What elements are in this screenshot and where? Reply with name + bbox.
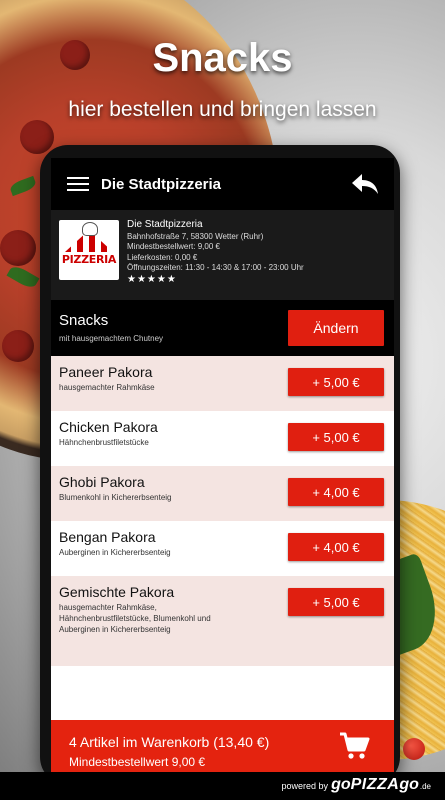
app-screen: Die Stadtpizzeria PIZZERIA Die Stadtpizz…	[51, 158, 394, 773]
app-bar: Die Stadtpizzeria	[51, 158, 394, 210]
powered-by-label: powered by	[281, 781, 329, 791]
restaurant-logo: PIZZERIA	[59, 220, 119, 280]
salami-slice	[20, 120, 54, 154]
restaurant-min-order: Mindestbestellwert: 9,00 €	[127, 242, 220, 251]
page-subheadline: hier bestellen und bringen lassen	[68, 98, 377, 121]
gopizzago-logo: goPIZZAgo	[331, 776, 419, 793]
category-subtitle: mit hausgemachtem Chutney	[59, 334, 164, 343]
page-headline: Snacks	[152, 36, 293, 80]
cart-summary: 4 Artikel im Warenkorb (13,40 €)	[69, 734, 270, 750]
restaurant-hours: Öffnungszeiten: 11:30 - 14:30 & 17:00 - …	[127, 263, 304, 272]
item-description: hausgemachter Rahmkäse	[59, 383, 155, 392]
add-item-button[interactable]: + 5,00 €	[288, 588, 384, 616]
item-name: Paneer Pakora	[59, 364, 153, 380]
item-name: Chicken Pakora	[59, 419, 158, 435]
item-description: Blumenkohl in Kichererbsenteig	[59, 493, 172, 502]
item-description: Hähnchenbrustfiletstücke	[59, 438, 149, 447]
app-title: Die Stadtpizzeria	[101, 175, 222, 193]
list-item: Bengan Pakora Auberginen in Kichererbsen…	[51, 521, 394, 576]
shopping-cart-icon[interactable]	[338, 730, 370, 762]
rating-stars: ★★★★★	[127, 273, 177, 285]
list-item: Gemischte Pakora hausgemachter Rahmkäse,…	[51, 576, 394, 666]
add-item-button[interactable]: + 4,00 €	[288, 478, 384, 506]
category-title: Snacks	[59, 312, 109, 329]
item-description: hausgemachter Rahmkäse, Hähnchenbrustfil…	[59, 603, 211, 634]
salami-slice	[2, 330, 34, 362]
change-category-button[interactable]: Ändern	[288, 310, 384, 346]
list-item: Chicken Pakora Hähnchenbrustfiletstücke …	[51, 411, 394, 466]
list-item: Ghobi Pakora Blumenkohl in Kichererbsent…	[51, 466, 394, 521]
restaurant-info-panel: PIZZERIA Die Stadtpizzeria Bahnhofstraße…	[51, 210, 394, 300]
item-name: Gemischte Pakora	[59, 584, 175, 600]
restaurant-details: Die Stadtpizzeria Bahnhofstraße 7, 58300…	[127, 219, 304, 285]
item-name: Bengan Pakora	[59, 529, 156, 545]
hamburger-menu-icon[interactable]	[67, 177, 89, 191]
back-arrow-icon[interactable]	[348, 167, 382, 201]
restaurant-name: Die Stadtpizzeria	[127, 219, 203, 230]
add-item-button[interactable]: + 4,00 €	[288, 533, 384, 561]
item-description: Auberginen in Kichererbsenteig	[59, 548, 171, 557]
powered-by: powered by goPIZZAgo .de	[282, 776, 431, 794]
tomato	[403, 738, 425, 760]
restaurant-address: Bahnhofstraße 7, 58300 Wetter (Ruhr)	[127, 231, 264, 241]
cart-min-order: Mindestbestellwert 9,00 €	[69, 755, 206, 769]
product-list: Paneer Pakora hausgemachter Rahmkäse + 5…	[51, 356, 394, 666]
footer-bar: powered by goPIZZAgo .de	[0, 772, 445, 800]
cart-bar[interactable]: 4 Artikel im Warenkorb (13,40 €) Mindest…	[51, 720, 394, 772]
item-name: Ghobi Pakora	[59, 474, 145, 490]
list-item: Paneer Pakora hausgemachter Rahmkäse + 5…	[51, 356, 394, 411]
add-item-button[interactable]: + 5,00 €	[288, 423, 384, 451]
salami-slice	[0, 230, 36, 266]
restaurant-delivery-cost: Lieferkosten: 0,00 €	[127, 252, 198, 262]
add-item-button[interactable]: + 5,00 €	[288, 368, 384, 396]
brand-tld: .de	[419, 782, 431, 791]
category-header: Snacks mit hausgemachtem Chutney Ändern	[51, 300, 394, 356]
